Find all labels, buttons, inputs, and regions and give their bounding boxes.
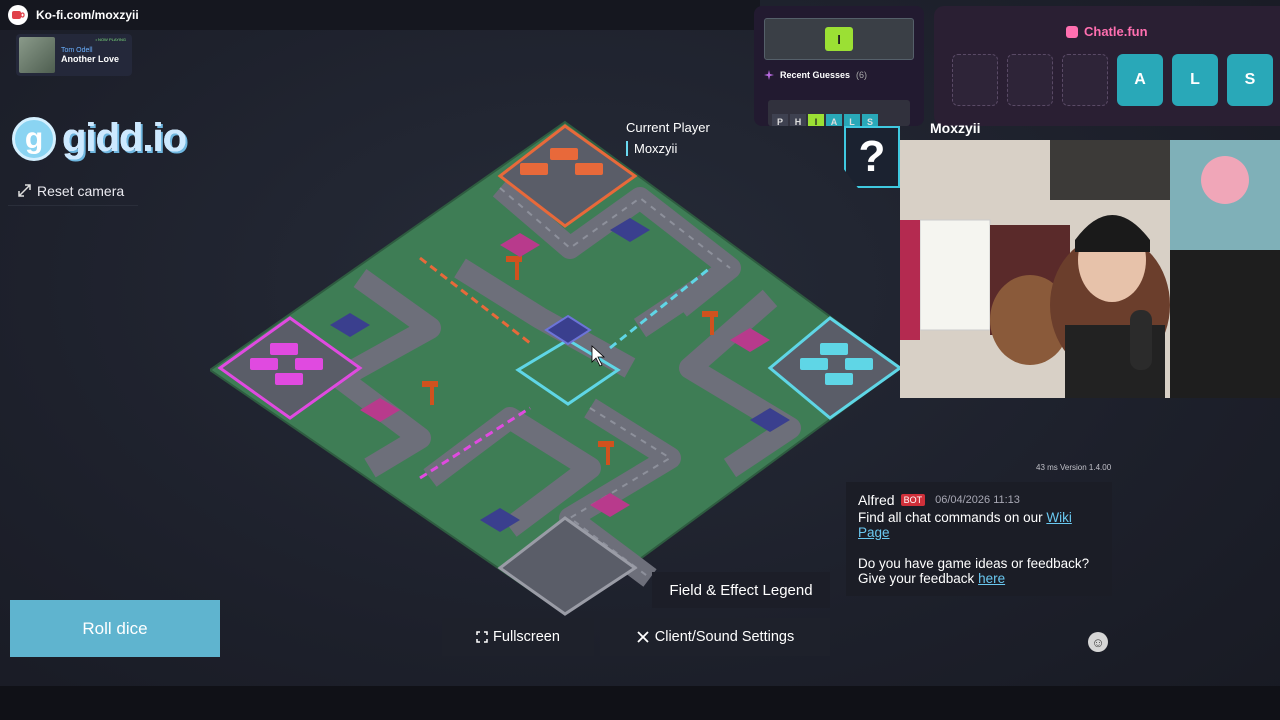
emoji-icon[interactable]: ☺ [1088,632,1108,652]
chatle-letter-row: A L S [952,54,1273,106]
recent-guess-letter: L [844,114,860,126]
roll-dice-button[interactable]: Roll dice [10,600,220,657]
giddio-logo-icon: g [12,116,56,161]
streamer-name: Moxzyii [930,120,981,136]
field-effect-legend-button[interactable]: Field & Effect Legend [652,572,830,608]
music-title: Another Love [61,53,120,64]
bottom-bar [0,686,1280,720]
sparkle-icon [764,70,774,80]
chat-message: Alfred BOT 06/04/2026 11:13 Find all cha… [846,482,1112,596]
current-player-label: Current Player [626,120,710,135]
feedback-link[interactable]: here [978,571,1005,586]
recent-guesses-count: (6) [856,70,868,80]
tools-icon [637,631,649,643]
chat-line-commands-text: Find all chat commands on our [858,510,1047,525]
guess-panel: I Recent Guesses (6) P H I A L S [754,6,924,126]
now-playing-tag: • NOW PLAYING [95,37,126,42]
client-sound-settings-button[interactable]: Client/Sound Settings [600,618,830,656]
chatle-cell [1007,54,1053,106]
chat-line-feedback-text: Do you have game ideas or feedback? Give… [858,556,1090,586]
reset-camera-button[interactable]: Reset camera [8,176,138,206]
recent-guess-letter: H [790,114,806,126]
current-player-name: Moxzyii [626,141,710,156]
kofi-banner: Ko-fi.com/moxzyii [0,0,760,30]
chatle-panel: Chatle.fun A L S [934,6,1280,126]
chatle-cell [1062,54,1108,106]
chatle-logo-icon [1066,25,1078,38]
fullscreen-icon [476,631,488,643]
webcam-feed [900,140,1280,398]
game-screen: Ko-fi.com/moxzyii Tom Odell Another Love… [0,0,1280,720]
chat-line-commands: Find all chat commands on our Wiki Page [858,510,1100,540]
recent-guesses-row: P H I A L S [768,100,910,126]
album-art [19,37,55,73]
expand-arrows-icon [18,184,31,197]
music-artist: Tom Odell [61,46,93,54]
question-mark-badge: ? [844,126,900,188]
fullscreen-button[interactable]: Fullscreen [442,618,594,656]
giddio-logo-text: gidd.io [62,116,187,160]
current-guess-letter: I [825,27,853,51]
recent-guess-letter: S [862,114,878,126]
chat-timestamp: 06/04/2026 11:13 [935,494,1020,506]
current-guess-box: I [764,18,914,60]
bot-badge: BOT [900,494,926,506]
giddio-logo: g gidd.io [12,116,187,161]
webcam-image [900,140,1280,398]
chat-message-header: Alfred BOT 06/04/2026 11:13 [858,492,1100,508]
chatle-cell: S [1227,54,1273,106]
reset-camera-label: Reset camera [37,182,125,199]
game-board[interactable] [210,118,900,618]
chatle-title-text: Chatle.fun [1084,24,1148,39]
chatle-cell: A [1117,54,1163,106]
chatle-cell: L [1172,54,1218,106]
recent-guess-letter: A [826,114,842,126]
connection-version-info: 43 ms Version 1.4.00 [1036,463,1112,472]
chatle-title: Chatle.fun [1066,24,1148,39]
recent-guesses-label: Recent Guesses [780,70,851,80]
settings-label: Client/Sound Settings [654,629,795,645]
chat-line-feedback: Do you have game ideas or feedback? Give… [858,556,1100,586]
recent-guesses-header: Recent Guesses (6) [764,70,867,80]
recent-guess-letter: P [772,114,788,126]
now-playing-widget: Tom Odell Another Love • NOW PLAYING [16,34,132,76]
current-player-panel: Current Player Moxzyii [626,120,710,156]
fullscreen-label: Fullscreen [493,629,560,645]
recent-guess-letter: I [808,114,824,126]
kofi-cup-icon [8,5,28,25]
chat-author: Alfred [858,492,895,508]
chatle-cell [952,54,998,106]
kofi-url: Ko-fi.com/moxzyii [36,8,139,22]
